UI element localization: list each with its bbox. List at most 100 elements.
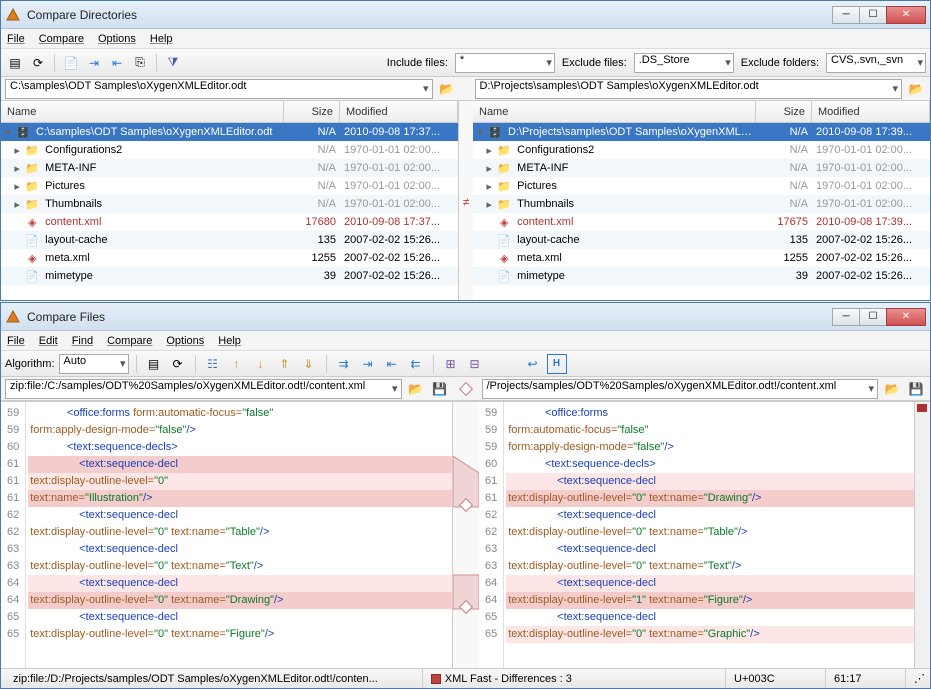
left-path-input[interactable]: C:\samples\ODT Samples\oXygenXMLEditor.o… [5,79,433,99]
tree-row[interactable]: ◈content.xml176802010-09-08 17:37... [1,213,458,231]
copy-icon[interactable]: 📄 [61,53,81,73]
code-line[interactable]: <text:sequence-decl [506,541,914,558]
code-line[interactable]: text:display-outline-level="0" text:name… [506,558,914,575]
menu-help[interactable]: Help [218,335,241,347]
expand-icon[interactable]: ▾ [473,126,487,139]
code-line[interactable]: <text:sequence-decl [28,541,452,558]
include-select[interactable]: * [455,53,555,73]
code-line[interactable]: <text:sequence-decl [28,609,452,626]
code-line[interactable]: <text:sequence-decl [506,609,914,626]
titlebar[interactable]: Compare Directories [1,1,930,29]
expand-icon[interactable]: ▸ [482,180,496,193]
tree-row[interactable]: 📄layout-cache1352007-02-02 15:26... [473,231,930,249]
copy-right-icon[interactable]: ⇥ [358,354,378,374]
menu-help[interactable]: Help [150,33,173,45]
sync-icon[interactable]: ⎘ [130,53,150,73]
left-tree[interactable]: ▾🗄️C:\samples\ODT Samples\oXygenXMLEdito… [1,123,458,300]
right-file-path[interactable]: /Projects/samples/ODT%20Samples/oXygenXM… [482,379,879,399]
code-line[interactable]: <office:forms [506,405,914,422]
prev-diff-icon[interactable]: ↑ [227,354,247,374]
last-diff-icon[interactable]: ⇓ [299,354,319,374]
code-line[interactable]: text:name="Illustration"/> [28,490,452,507]
menu-edit[interactable]: Edit [39,335,58,347]
code-line[interactable]: <text:sequence-decl [506,575,914,592]
code-line[interactable]: text:display-outline-level="0" text:name… [28,558,452,575]
format2-icon[interactable]: ⊟ [465,354,485,374]
menu-find[interactable]: Find [72,335,93,347]
refresh-icon[interactable]: ⟳ [28,53,48,73]
tree-row[interactable]: ▸📁Configurations2N/A1970-01-01 02:00... [1,141,458,159]
left-code[interactable]: <office:forms form:automatic-focus="fals… [26,402,452,668]
col-modified[interactable]: Modified [812,101,930,122]
tree-row[interactable]: ▸📁ThumbnailsN/A1970-01-01 02:00... [1,195,458,213]
tree-row[interactable]: ◈meta.xml12552007-02-02 15:26... [1,249,458,267]
tree-row[interactable]: ▸📁META-INFN/A1970-01-01 02:00... [1,159,458,177]
tree-row[interactable]: ▾🗄️D:\Projects\samples\ODT Samples\oXyge… [473,123,930,141]
exclude-files-select[interactable]: .DS_Store [634,53,734,73]
copy-all-right-icon[interactable]: ⇉ [334,354,354,374]
maximize-button[interactable] [859,6,887,24]
code-line[interactable]: <office:forms form:automatic-focus="fals… [28,405,452,422]
expand-icon[interactable]: ▸ [482,144,496,157]
maximize-button[interactable] [859,308,887,326]
tree-icon[interactable]: ☷ [203,354,223,374]
expand-icon[interactable]: ▸ [10,144,24,157]
algo-select[interactable]: Auto [59,354,129,374]
code-line[interactable]: <text:sequence-decls> [28,439,452,456]
right-path-input[interactable]: D:\Projects\samples\ODT Samples\oXygenXM… [475,79,903,99]
overview-ruler[interactable] [914,402,930,668]
first-diff-icon[interactable]: ⇑ [275,354,295,374]
copy-left-icon[interactable]: ⇤ [382,354,402,374]
code-line[interactable]: <text:sequence-decl [28,456,452,473]
right-tree[interactable]: ▾🗄️D:\Projects\samples\ODT Samples\oXyge… [473,123,930,300]
menu-options[interactable]: Options [166,335,204,347]
right-editor[interactable]: 5959596061616262636364646565 <office:for… [479,402,930,668]
expand-icon[interactable]: ▸ [10,180,24,193]
browse-left-icon[interactable]: 📂 [437,79,457,99]
tree-row[interactable]: ▾🗄️C:\samples\ODT Samples\oXygenXMLEdito… [1,123,458,141]
code-line[interactable]: text:display-outline-level="0" text:name… [28,592,452,609]
expand-icon[interactable]: ▸ [482,198,496,211]
expand-icon[interactable]: ▸ [482,162,496,175]
right-code[interactable]: <office:formsform:automatic-focus="false… [504,402,914,668]
code-line[interactable]: text:display-outline-level="0" text:name… [506,626,914,643]
code-line[interactable]: <text:sequence-decl [28,575,452,592]
code-line[interactable]: text:display-outline-level="0" [28,473,452,490]
minimize-button[interactable] [832,308,860,326]
tree-row[interactable]: ▸📁ThumbnailsN/A1970-01-01 02:00... [473,195,930,213]
code-line[interactable]: form:apply-design-mode="false"/> [506,439,914,456]
left-file-path[interactable]: zip:file:/C:/samples/ODT%20Samples/oXyge… [5,379,402,399]
code-line[interactable]: <text:sequence-decl [506,473,914,490]
resize-grip-icon[interactable]: ⋰ [906,669,926,688]
minimize-button[interactable] [832,6,860,24]
expand-icon[interactable]: ▸ [10,162,24,175]
save-right-icon[interactable]: 💾 [906,379,926,399]
code-line[interactable]: <text:sequence-decl [506,507,914,524]
code-line[interactable]: <text:sequence-decl [28,507,452,524]
col-size[interactable]: Size [284,101,340,122]
tree-row[interactable]: 📄mimetype392007-02-02 15:26... [473,267,930,285]
format-icon[interactable]: ⊞ [441,354,461,374]
expand-icon[interactable]: ▸ [10,198,24,211]
code-line[interactable]: form:automatic-focus="false" [506,422,914,439]
browse-right-icon[interactable]: 📂 [906,79,926,99]
copy-all-left-icon[interactable]: ⇇ [406,354,426,374]
browse-left-icon[interactable]: 📂 [406,379,426,399]
copy-right-icon[interactable]: ⇥ [84,53,104,73]
col-name[interactable]: Name [473,101,756,122]
tree-row[interactable]: ▸📁Configurations2N/A1970-01-01 02:00... [473,141,930,159]
highlight-icon[interactable]: H [547,354,567,374]
next-diff-icon[interactable]: ↓ [251,354,271,374]
diff-icon[interactable]: ▤ [5,53,25,73]
close-button[interactable] [886,6,926,24]
expand-icon[interactable]: ▾ [1,126,15,139]
tree-row[interactable]: 📄mimetype392007-02-02 15:26... [1,267,458,285]
col-modified[interactable]: Modified [340,101,458,122]
wrap-icon[interactable]: ↩ [523,354,543,374]
code-line[interactable]: text:display-outline-level="0" text:name… [506,524,914,541]
left-editor[interactable]: 5959606161616262636364646565 <office:for… [1,402,453,668]
code-line[interactable]: form:apply-design-mode="false"/> [28,422,452,439]
copy-left-icon[interactable]: ⇤ [107,53,127,73]
tree-row[interactable]: 📄layout-cache1352007-02-02 15:26... [1,231,458,249]
filter-icon[interactable]: ⧩ [163,53,183,73]
